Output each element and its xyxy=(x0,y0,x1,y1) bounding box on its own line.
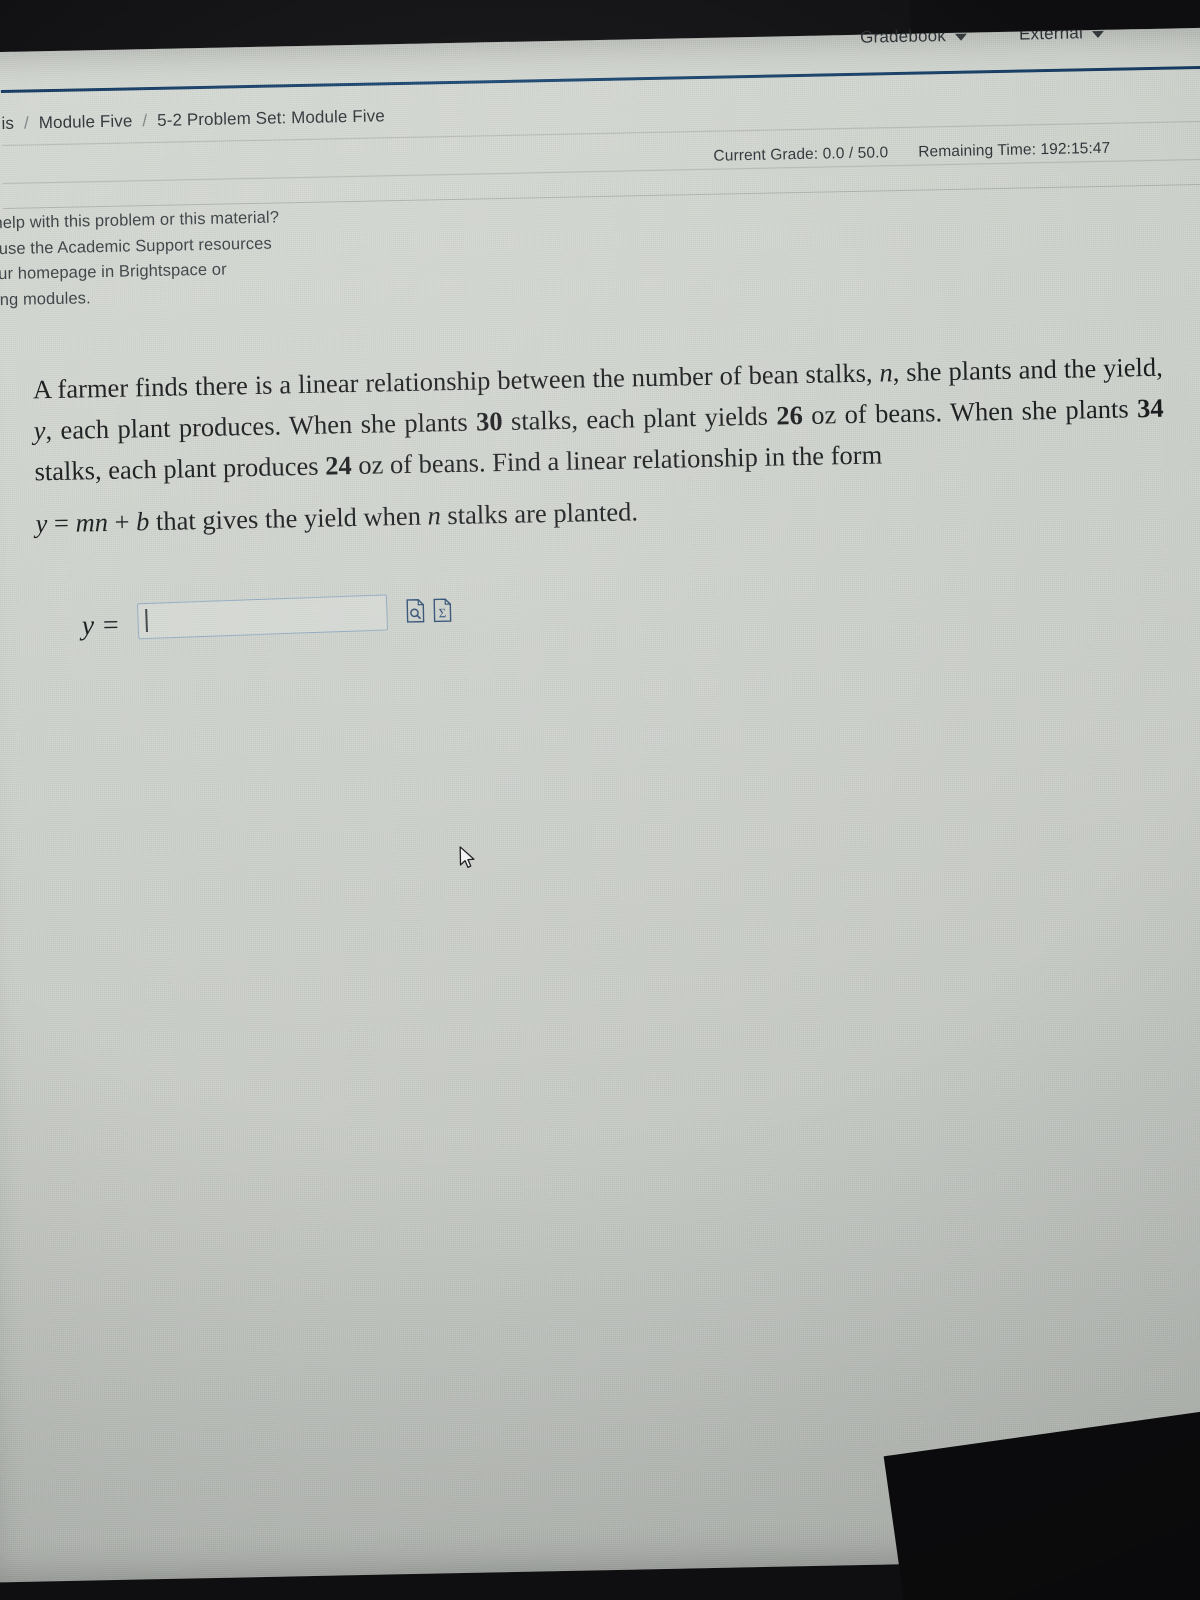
academic-support-note: d help with this problem or this materia… xyxy=(0,203,401,313)
variable-n: n xyxy=(879,357,893,388)
problem-text: , she plants and the yield, xyxy=(892,351,1163,388)
current-grade: Current Grade: 0.0 / 50.0 xyxy=(713,144,889,165)
problem-statement: A farmer finds there is a linear relatio… xyxy=(32,347,1164,493)
equation-mn: mn xyxy=(75,506,109,538)
remaining-time: Remaining Time: 192:15:47 xyxy=(918,139,1111,161)
equation-y: y xyxy=(35,508,48,539)
answer-input[interactable] xyxy=(137,594,389,640)
answer-tools: Σ xyxy=(406,598,453,623)
problem-text: stalks, each plant yields xyxy=(502,400,777,437)
value-stalks-1: 30 xyxy=(475,406,503,437)
problem-text: oz of beans. Find a linear relationship … xyxy=(351,439,883,481)
math-entry-icon[interactable]: Σ xyxy=(433,598,453,623)
chevron-down-icon xyxy=(954,33,968,41)
screen-surface: Gradebook External is / Module Five / 5-… xyxy=(0,23,1200,1583)
chevron-down-icon xyxy=(1091,30,1105,39)
preview-answer-icon[interactable] xyxy=(406,599,426,623)
equation-equals: = xyxy=(47,507,76,539)
answer-row: y = Σ xyxy=(81,594,453,641)
problem-text: stalks, each plant produces xyxy=(34,450,326,487)
breadcrumb-separator: / xyxy=(23,113,29,133)
problem-text: oz of beans. When she plants xyxy=(802,393,1138,430)
text-caret xyxy=(145,609,148,633)
equation-tail: that gives the yield when xyxy=(149,500,428,537)
problem-equation-line: y = mn + b that gives the yield when n s… xyxy=(35,491,638,544)
mouse-pointer-icon xyxy=(459,846,478,872)
breadcrumb-item-course[interactable]: is xyxy=(1,114,14,134)
breadcrumb-item-module-five[interactable]: Module Five xyxy=(39,111,133,133)
equation-b: b xyxy=(135,506,150,537)
variable-y: y xyxy=(33,415,46,446)
equation-tail: stalks are planted. xyxy=(440,496,639,531)
problem-text: A farmer finds there is a linear relatio… xyxy=(32,357,880,405)
value-yield-2: 24 xyxy=(324,450,352,481)
value-stalks-2: 34 xyxy=(1136,392,1164,424)
breadcrumb-separator: / xyxy=(142,111,148,131)
value-yield-1: 26 xyxy=(776,399,804,431)
webwork-page: Gradebook External is / Module Five / 5-… xyxy=(0,0,1200,1600)
problem-text: , each plant produces. When she plants xyxy=(45,406,477,446)
svg-text:Σ: Σ xyxy=(439,605,447,620)
divider-line xyxy=(3,183,1200,209)
equation-n: n xyxy=(427,500,442,531)
monitor-photo: Gradebook External is / Module Five / 5-… xyxy=(0,0,1200,1600)
answer-label: y = xyxy=(81,609,121,642)
breadcrumb-item-problem-set[interactable]: 5-2 Problem Set: Module Five xyxy=(157,106,385,131)
equation-plus: + xyxy=(107,506,137,537)
